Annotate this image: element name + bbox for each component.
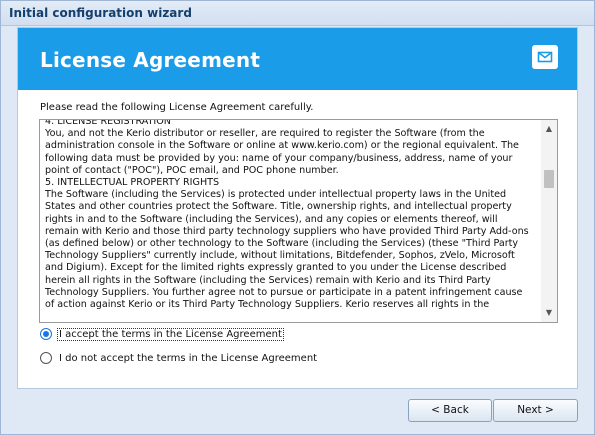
license-line: Technology Suppliers" currently include,… — [45, 250, 515, 262]
scroll-down-icon[interactable]: ▼ — [541, 305, 557, 321]
license-line: remain with Kerio and those third party … — [45, 225, 529, 237]
accept-option[interactable]: I accept the terms in the License Agreem… — [40, 327, 284, 341]
license-line: of action against Kerio or its Third Par… — [45, 299, 490, 311]
mail-icon[interactable] — [532, 45, 558, 69]
license-line: (as defined below) or other technology t… — [45, 238, 519, 250]
title-bar: Initial configuration wizard — [1, 1, 594, 26]
wizard-panel: License Agreement Please read the follow… — [17, 27, 578, 389]
license-line: The Software (including the Services) is… — [45, 189, 507, 201]
license-line: You, and not the Kerio distributor or re… — [45, 128, 485, 140]
license-text-box[interactable]: 4. LICENSE REGISTRATION You, and not the… — [39, 119, 558, 323]
decline-option[interactable]: I do not accept the terms in the License… — [40, 352, 318, 364]
license-line: States and other countries protect the S… — [45, 201, 512, 213]
license-line: administration console in the Software o… — [45, 140, 519, 152]
next-button[interactable]: Next > — [493, 399, 578, 422]
license-line: 4. LICENSE REGISTRATION — [45, 119, 171, 127]
license-line: Technology Suppliers. You further agree … — [45, 286, 523, 298]
decline-label[interactable]: I do not accept the terms in the License… — [58, 353, 318, 364]
license-text: 4. LICENSE REGISTRATION You, and not the… — [45, 119, 531, 311]
license-line: 5. INTELLECTUAL PROPERTY RIGHTS — [45, 177, 220, 189]
back-button[interactable]: < Back — [408, 399, 492, 422]
page-title: License Agreement — [40, 48, 261, 72]
accept-radio[interactable] — [40, 328, 52, 340]
license-scrollbar[interactable]: ▲ ▼ — [541, 120, 557, 322]
scroll-thumb[interactable] — [544, 170, 554, 188]
license-line: rights in and to the Software (including… — [45, 213, 498, 225]
license-line: and Digium). Except for the limited righ… — [45, 262, 507, 274]
scroll-up-icon[interactable]: ▲ — [541, 121, 557, 137]
page-header: License Agreement — [18, 28, 577, 90]
intro-text: Please read the following License Agreem… — [40, 102, 314, 113]
decline-radio[interactable] — [40, 352, 52, 364]
window-title: Initial configuration wizard — [9, 6, 192, 20]
license-line: point of contact ("POC"), POC email, and… — [45, 164, 339, 176]
wizard-window: Initial configuration wizard License Agr… — [0, 0, 595, 435]
accept-label[interactable]: I accept the terms in the License Agreem… — [57, 327, 284, 341]
license-line: herein all rights in the Software (inclu… — [45, 274, 491, 286]
license-line: following data must be provided by you: … — [45, 152, 513, 164]
